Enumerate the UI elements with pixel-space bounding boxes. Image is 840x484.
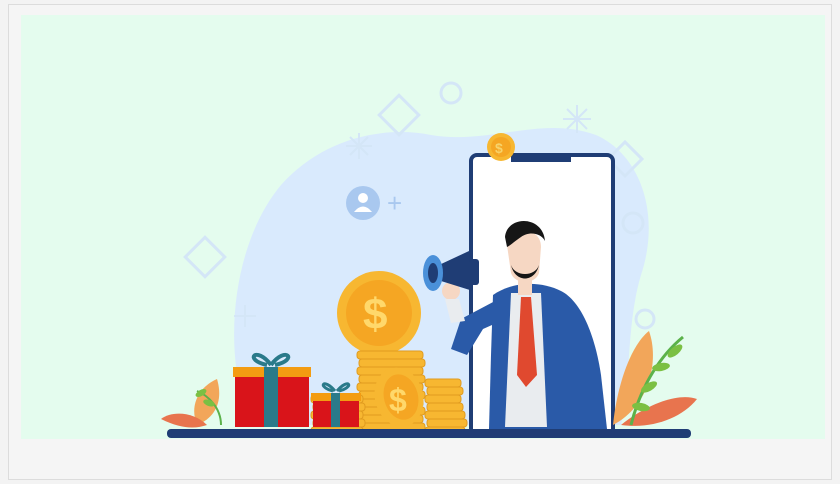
coin-icon: $ (487, 133, 515, 161)
card-footer (9, 441, 831, 479)
tilted-coin-symbol: $ (389, 382, 407, 418)
card-frame: + $ $ $ (8, 4, 832, 480)
floor-line (167, 429, 691, 438)
add-user-plus: + (387, 188, 402, 218)
hero-illustration: + $ $ $ (21, 15, 825, 439)
illustration-canvas: + $ $ $ (161, 81, 697, 438)
add-user-icon: + (346, 186, 402, 220)
plant-icon (161, 379, 222, 428)
big-coin-icon: $ (337, 271, 421, 355)
coin-symbol: $ (495, 140, 503, 156)
big-coin-symbol: $ (363, 290, 387, 339)
